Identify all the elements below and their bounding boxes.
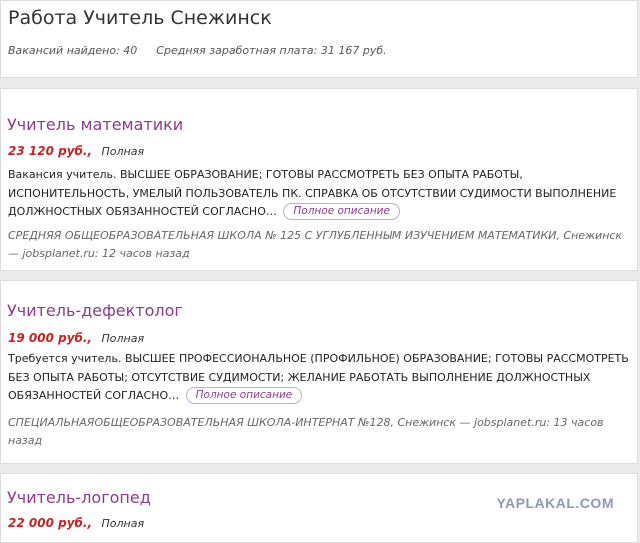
vacancy-salary-line: 22 000 руб., Полная — [8, 516, 144, 530]
vacancy-salary: 22 000 руб., — [8, 516, 93, 530]
average-salary-label: Средняя заработная плата: — [156, 44, 318, 57]
vacancy-title-link[interactable]: Учитель-дефектолог — [7, 301, 183, 320]
search-stats: Вакансий найдено: 40 Средняя заработная … — [8, 44, 387, 57]
vacancy-salary-line: 23 120 руб., Полная — [8, 144, 144, 158]
vacancy-card: Учитель математики 23 120 руб., Полная В… — [0, 88, 638, 271]
vacancy-employment-type: Полная — [101, 145, 145, 158]
vacancy-employment-type: Полная — [101, 332, 145, 345]
vacancy-salary-line: 19 000 руб., Полная — [8, 331, 144, 345]
vacancy-description-text: Требуется учитель. ВЫСШЕЕ ПРОФЕССИОНАЛЬН… — [8, 352, 629, 402]
vacancy-meta: СРЕДНЯЯ ОБЩЕОБРАЗОВАТЕЛЬНАЯ ШКОЛА № 125 … — [8, 229, 623, 260]
vacancy-description: Требуется учитель. ВЫСШЕЕ ПРОФЕССИОНАЛЬН… — [8, 350, 636, 406]
vacancy-meta: СПЕЦИАЛЬНАЯОБЩЕОБРАЗОВАТЕЛЬНАЯ ШКОЛА-ИНТ… — [8, 416, 604, 447]
full-description-button[interactable]: Полное описание — [283, 203, 400, 220]
page-title: Работа Учитель Снежинск — [8, 7, 272, 29]
vacancies-found-label: Вакансий найдено: — [8, 44, 120, 57]
vacancies-found-count: 40 — [123, 44, 138, 57]
search-header: Работа Учитель Снежинск Вакансий найдено… — [0, 0, 638, 78]
vacancy-salary: 19 000 руб., — [8, 331, 93, 345]
vacancy-employment-type: Полная — [101, 517, 145, 530]
average-salary-value: 31 167 руб. — [320, 44, 387, 57]
watermark: YAPLAKAL.COM — [496, 495, 614, 511]
vacancy-salary: 23 120 руб., — [8, 144, 93, 158]
full-description-button[interactable]: Полное описание — [185, 387, 303, 404]
vacancy-description: Вакансия учитель. ВЫСШЕЕ ОБРАЗОВАНИЕ; ГО… — [8, 166, 636, 222]
vacancy-card: Учитель-дефектолог 19 000 руб., Полная Т… — [0, 280, 638, 464]
vacancy-title-link[interactable]: Учитель-логопед — [7, 488, 151, 507]
vacancy-title-link[interactable]: Учитель математики — [7, 115, 183, 134]
